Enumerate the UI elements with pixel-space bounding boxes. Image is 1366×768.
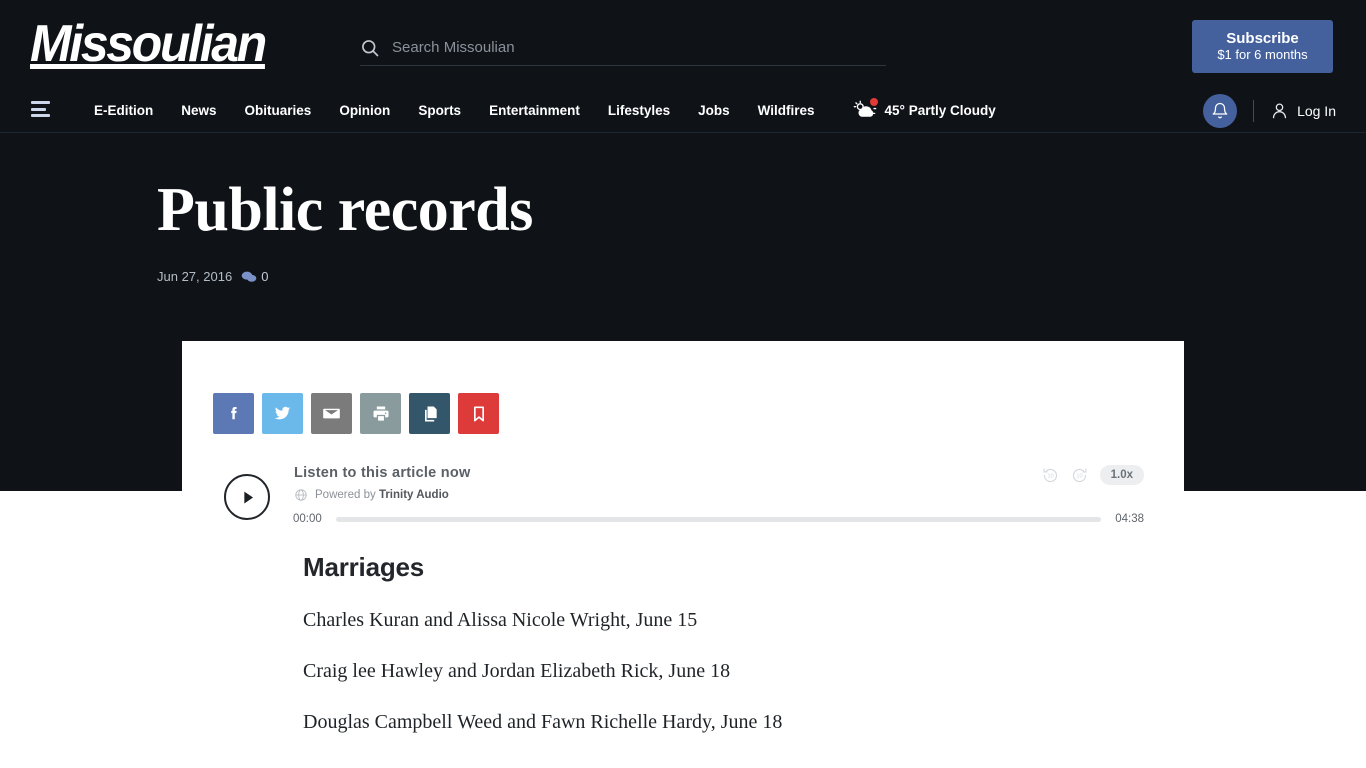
article-paragraph: Craig lee Hawley and Jordan Elizabeth Ri… <box>303 660 731 682</box>
nav-item-e-edition[interactable]: E-Edition <box>80 103 167 118</box>
subscribe-main-label: Subscribe <box>1226 29 1299 47</box>
hamburger-icon[interactable] <box>31 101 50 117</box>
subscribe-sub-label: $1 for 6 months <box>1217 47 1308 63</box>
duration: 04:38 <box>1115 513 1144 525</box>
rewind-10-icon[interactable]: 10 <box>1042 467 1059 484</box>
audio-player: Listen to this article now Powered by Tr… <box>224 455 1144 543</box>
subscribe-button[interactable]: Subscribe $1 for 6 months <box>1192 20 1333 73</box>
forward-10-icon[interactable]: 10 <box>1071 467 1088 484</box>
weather-widget[interactable]: 45° Partly Cloudy <box>853 98 996 121</box>
comments-link[interactable]: 0 <box>241 269 268 284</box>
site-logo[interactable]: Missoulian <box>30 18 267 70</box>
globe-icon <box>295 489 307 501</box>
login-label: Log In <box>1297 102 1336 119</box>
twitter-icon <box>274 406 291 420</box>
partly-cloudy-icon <box>853 98 878 121</box>
nav-item-news[interactable]: News <box>167 103 230 118</box>
share-print-button[interactable] <box>360 393 401 434</box>
svg-text:10: 10 <box>1047 473 1053 479</box>
search-icon <box>360 38 380 58</box>
primary-navigation: E-Edition News Obituaries Opinion Sports… <box>0 88 1366 133</box>
printer-icon <box>373 406 388 421</box>
audio-powered-label: Powered by Trinity Audio <box>315 489 449 501</box>
comment-count: 0 <box>261 269 269 285</box>
article-meta: Jun 27, 2016 0 <box>157 269 1057 284</box>
svg-text:10: 10 <box>1076 473 1082 479</box>
audio-controls: 10 10 1.0x <box>1042 465 1144 485</box>
bookmark-icon <box>473 406 484 421</box>
audio-attribution: Powered by Trinity Audio <box>294 488 449 502</box>
nav-item-sports[interactable]: Sports <box>404 103 475 118</box>
envelope-icon <box>323 408 340 419</box>
share-toolbar <box>213 393 499 434</box>
audio-progress-bar[interactable] <box>335 516 1102 522</box>
share-twitter-button[interactable] <box>262 393 303 434</box>
login-button[interactable]: Log In <box>1270 101 1336 120</box>
play-button[interactable] <box>224 474 270 520</box>
user-icon <box>1272 103 1287 119</box>
nav-items: E-Edition News Obituaries Opinion Sports… <box>80 88 996 133</box>
bell-icon[interactable] <box>1203 93 1238 128</box>
masthead: Missoulian Subscribe $1 for 6 months <box>0 0 1366 88</box>
account-divider <box>1253 99 1255 122</box>
article-header: Public records Jun 27, 2016 0 <box>157 176 1057 284</box>
search-bar[interactable] <box>360 30 886 66</box>
article-paragraph: Charles Kuran and Alissa Nicole Wright, … <box>303 609 698 631</box>
search-input[interactable] <box>392 39 886 56</box>
nav-item-entertainment[interactable]: Entertainment <box>475 103 594 118</box>
facebook-icon <box>230 406 237 419</box>
nav-item-lifestyles[interactable]: Lifestyles <box>594 103 684 118</box>
audio-powered-prefix: Powered by <box>315 489 376 501</box>
nav-item-wildfires[interactable]: Wildfires <box>744 103 829 118</box>
publish-date: Jun 27, 2016 <box>157 269 233 285</box>
audio-powered-brand: Trinity Audio <box>378 489 449 501</box>
nav-item-jobs[interactable]: Jobs <box>684 103 744 118</box>
share-facebook-button[interactable] <box>213 393 254 434</box>
page-title: Public records <box>157 176 533 244</box>
playback-speed-button[interactable]: 1.0x <box>1099 465 1144 485</box>
share-copy-button[interactable] <box>409 393 450 434</box>
article-paragraph: Douglas Campbell Weed and Fawn Richelle … <box>303 711 783 733</box>
audio-timeline: 00:00 04:38 <box>293 513 1144 525</box>
copy-icon <box>424 406 437 421</box>
nav-item-obituaries[interactable]: Obituaries <box>231 103 326 118</box>
comment-bubble-icon <box>241 271 257 282</box>
section-heading: Marriages <box>303 552 425 582</box>
nav-item-opinion[interactable]: Opinion <box>325 103 404 118</box>
play-icon <box>243 491 253 503</box>
share-email-button[interactable] <box>311 393 352 434</box>
weather-alert-dot <box>869 98 878 106</box>
account-area: Log In <box>1203 88 1336 133</box>
current-time: 00:00 <box>293 513 322 525</box>
audio-title: Listen to this article now <box>294 465 471 481</box>
share-save-button[interactable] <box>458 393 499 434</box>
article-body: Marriages Charles Kuran and Alissa Nicol… <box>303 552 1083 736</box>
weather-label: 45° Partly Cloudy <box>884 103 996 118</box>
